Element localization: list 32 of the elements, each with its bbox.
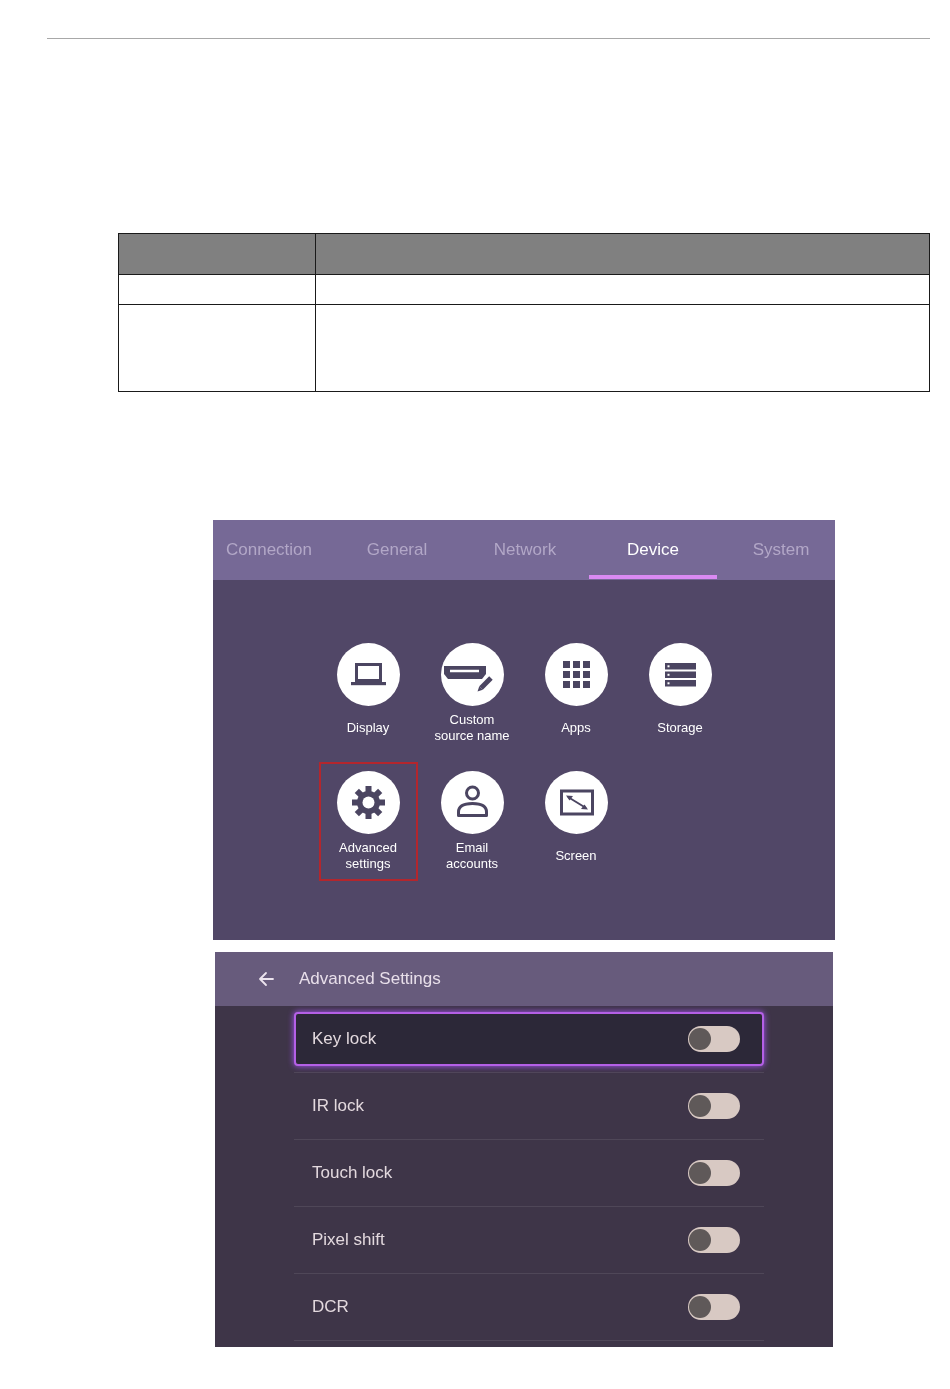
back-arrow-icon[interactable] bbox=[258, 971, 274, 987]
category-button[interactable]: Storage bbox=[630, 634, 730, 753]
toggle-switch[interactable] bbox=[688, 1026, 740, 1052]
resize-screen-icon bbox=[544, 771, 608, 834]
settings-row[interactable]: DCR bbox=[294, 1280, 764, 1334]
toggle-switch[interactable] bbox=[688, 1093, 740, 1119]
setting-label: IR lock bbox=[312, 1095, 364, 1118]
grid-icon bbox=[544, 643, 608, 706]
gear-icon bbox=[336, 771, 400, 834]
stacked-bars-icon bbox=[648, 643, 712, 706]
setting-label: Touch lock bbox=[312, 1162, 393, 1185]
laptop-icon bbox=[336, 643, 400, 706]
person-icon bbox=[440, 771, 504, 834]
settings-row[interactable]: Pixel shift bbox=[294, 1213, 764, 1267]
settings-row[interactable]: Key lock bbox=[294, 1012, 764, 1066]
setting-label: Pixel shift bbox=[312, 1229, 385, 1252]
category-button[interactable]: Advanced settings bbox=[318, 762, 418, 881]
category-button[interactable]: Custom source name bbox=[422, 634, 522, 753]
tab[interactable]: Device bbox=[589, 520, 717, 580]
category-button[interactable]: Apps bbox=[526, 634, 626, 753]
toggle-switch[interactable] bbox=[688, 1160, 740, 1186]
category-button[interactable]: Email accounts bbox=[422, 762, 522, 881]
setting-label: DCR bbox=[312, 1296, 349, 1319]
category-button[interactable]: Display bbox=[318, 634, 418, 753]
toggle-switch[interactable] bbox=[688, 1227, 740, 1253]
settings-row[interactable]: Touch lock bbox=[294, 1146, 764, 1200]
setting-label: Key lock bbox=[312, 1028, 377, 1051]
settings-row[interactable]: IR lock bbox=[294, 1079, 764, 1133]
page-title: Advanced Settings bbox=[299, 968, 441, 991]
category-button[interactable]: Screen bbox=[526, 762, 626, 881]
toggle-switch[interactable] bbox=[688, 1294, 740, 1320]
port-pencil-icon bbox=[440, 643, 504, 706]
